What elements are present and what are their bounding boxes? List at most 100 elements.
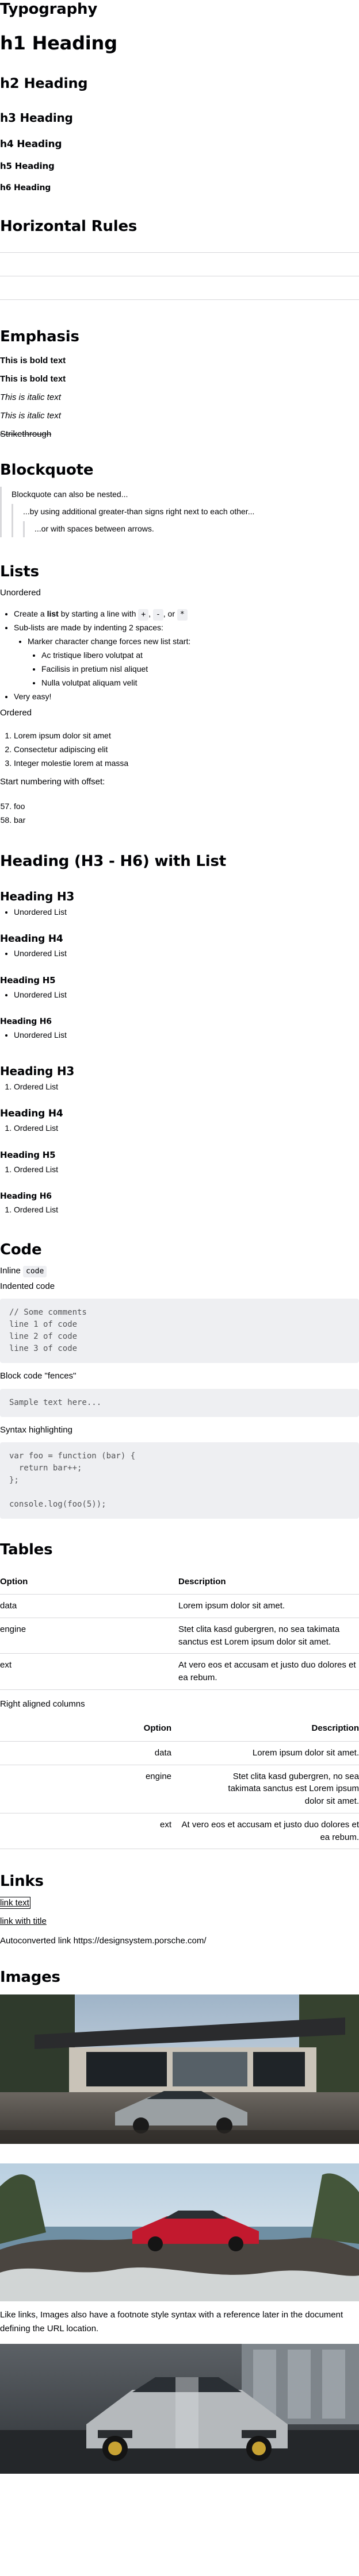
unordered-list: Unordered List	[0, 946, 359, 960]
list-item: Ordered List	[14, 1121, 359, 1135]
table-header-row: Option Description	[0, 1716, 359, 1742]
strikethrough-text: Strikethrough	[0, 429, 52, 440]
h1-heading: h1 Heading	[0, 32, 117, 54]
images-title: Images	[0, 1968, 60, 1986]
list-item: Unordered List	[14, 946, 359, 960]
list-item: Ordered List	[14, 1080, 359, 1093]
porsche-coast-image	[0, 2163, 359, 2302]
heading-h4: Heading H4	[0, 933, 63, 945]
fenced-code-block: Sample text here...	[0, 1388, 359, 1417]
unordered-list: Create a list by starting a line with +,…	[0, 607, 359, 703]
list-item: Facilisis in pretium nisl aliquet	[41, 662, 359, 676]
table-header: Option	[0, 1569, 178, 1595]
list-text: Marker character change forces new list …	[28, 636, 191, 646]
h2-heading: h2 Heading	[0, 75, 88, 92]
unordered-list: Unordered List	[0, 988, 359, 1002]
ordered-label: Ordered	[0, 707, 32, 718]
house-car-picture	[0, 1994, 359, 2144]
markdown-document: Typography h1 Heading h2 Heading h3 Head…	[0, 0, 359, 2474]
list-bold-text: list	[47, 609, 59, 618]
table-cell: data	[0, 1741, 171, 1765]
list-item: Marker character change forces new list …	[28, 634, 359, 690]
blockquote-title: Blockquote	[0, 461, 94, 479]
heading-h5: Heading H5	[0, 975, 56, 986]
list-item: Nulla volutpat aliquam velit	[41, 676, 359, 690]
indented-code-label: Indented code	[0, 1281, 55, 1291]
code-title: Code	[0, 1241, 42, 1258]
list-text: Create a	[14, 609, 47, 618]
ordered-list: Ordered List	[0, 1121, 359, 1135]
horizontal-rules-title: Horizontal Rules	[0, 218, 138, 236]
links-title: Links	[0, 1873, 44, 1890]
list-item: Integer molestie lorem at massa	[14, 756, 359, 770]
h6-heading: h6 Heading	[0, 183, 51, 192]
table-header: Option	[0, 1716, 171, 1742]
list-text: ,	[148, 609, 153, 618]
heading-h6: Heading H6	[0, 1191, 52, 1201]
syntax-code-block: var foo = function (bar) { return bar++;…	[0, 1442, 359, 1519]
table-cell: At vero eos et accusam et justo duo dolo…	[171, 1813, 359, 1850]
bold-text: This is bold text	[0, 356, 66, 366]
blockquote: Blockquote can also be nested... ...by u…	[0, 486, 359, 537]
inline-code: -	[152, 609, 163, 621]
ordered-list: Ordered List	[0, 1162, 359, 1176]
h4-heading: h4 Heading	[0, 138, 62, 151]
table-row: engine Stet clita kasd gubergren, no sea…	[0, 1618, 359, 1654]
right-aligned-table: Option Description data Lorem ipsum dolo…	[0, 1716, 359, 1850]
list-item: bar	[14, 813, 359, 827]
inline-code: code	[23, 1266, 47, 1278]
blockquote-text: ...by using additional greater-than sign…	[23, 506, 255, 516]
images-caption: Like links, Images also have a footnote …	[0, 2310, 343, 2334]
table-header-row: Option Description	[0, 1569, 359, 1595]
offset-ordered-list: foo bar	[0, 799, 359, 827]
table-row: data Lorem ipsum dolor sit amet.	[0, 1594, 359, 1618]
options-table: Option Description data Lorem ipsum dolo…	[0, 1569, 359, 1690]
unordered-list: Unordered List	[0, 1028, 359, 1042]
nested-blockquote: ...by using additional greater-than sign…	[12, 503, 359, 537]
link-text[interactable]: link text	[0, 1896, 30, 1909]
h5-heading: h5 Heading	[0, 161, 55, 172]
unordered-list: Unordered List	[0, 905, 359, 919]
table-cell: engine	[0, 1765, 171, 1813]
list-text: , or	[163, 609, 177, 618]
table-cell: engine	[0, 1618, 178, 1654]
unordered-label: Unordered	[0, 588, 41, 598]
right-aligned-label: Right aligned columns	[0, 1699, 85, 1709]
bold-text: This is bold text	[0, 374, 66, 384]
list-item: Ac tristique libero volutpat at	[41, 648, 359, 662]
ordered-list: Lorem ipsum dolor sit amet Consectetur a…	[0, 729, 359, 770]
list-text: Sub-lists are made by indenting 2 spaces…	[14, 622, 163, 632]
inline-code-label: Inline	[0, 1266, 24, 1276]
indented-code-block: // Some comments line 1 of code line 2 o…	[0, 1299, 359, 1364]
italic-text: This is italic text	[0, 392, 61, 403]
offset-label: Start numbering with offset:	[0, 777, 105, 787]
link-with-title[interactable]: link with title	[0, 1916, 47, 1926]
typography-title: Typography	[0, 1, 98, 18]
list-item: Lorem ipsum dolor sit amet	[14, 729, 359, 742]
emphasis-title: Emphasis	[0, 328, 79, 345]
table-cell: Lorem ipsum dolor sit amet.	[178, 1594, 359, 1618]
list-item: Very easy!	[14, 690, 359, 703]
list-item: Consectetur adipiscing elit	[14, 742, 359, 756]
italic-text: This is italic text	[0, 411, 61, 421]
table-cell: ext	[0, 1813, 171, 1850]
list-item: Create a list by starting a line with +,…	[14, 607, 359, 621]
table-row: data Lorem ipsum dolor sit amet.	[0, 1741, 359, 1765]
coast-car-picture	[0, 2163, 359, 2302]
table-cell: ext	[0, 1653, 178, 1690]
list-item: Ordered List	[14, 1203, 359, 1216]
lists-title: Lists	[0, 563, 39, 580]
list-text: by starting a line with	[58, 609, 139, 618]
inline-code: *	[177, 609, 188, 621]
table-cell: Lorem ipsum dolor sit amet.	[171, 1741, 359, 1765]
nested-blockquote: ...or with spaces between arrows.	[23, 521, 359, 537]
syntax-label: Syntax highlighting	[0, 1424, 72, 1435]
porsche-gt-image	[0, 2344, 359, 2474]
heading-h5: Heading H5	[0, 1150, 56, 1161]
list-item: Ordered List	[14, 1162, 359, 1176]
list-item: foo	[14, 799, 359, 813]
table-cell: data	[0, 1594, 178, 1618]
table-header: Description	[178, 1569, 359, 1595]
table-cell: At vero eos et accusam et justo duo dolo…	[178, 1653, 359, 1690]
table-row: ext At vero eos et accusam et justo duo …	[0, 1813, 359, 1850]
